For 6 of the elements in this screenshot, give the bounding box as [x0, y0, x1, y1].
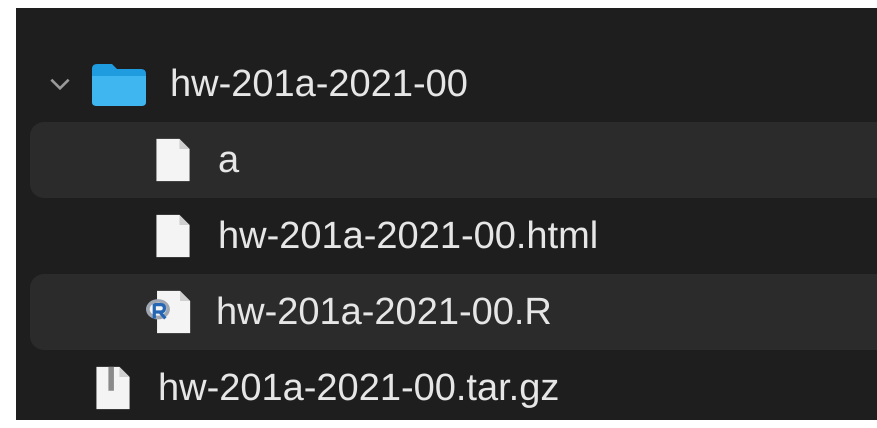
folder-icon: [90, 61, 148, 107]
file-name[interactable]: hw-201a-2021-00.R: [216, 290, 552, 334]
file-name[interactable]: hw-201a-2021-00.html: [218, 214, 598, 258]
file-name[interactable]: a: [218, 138, 240, 182]
file-name[interactable]: hw-201a-2021-00: [170, 62, 468, 106]
file-name[interactable]: hw-201a-2021-00.tar.gz: [158, 366, 560, 410]
